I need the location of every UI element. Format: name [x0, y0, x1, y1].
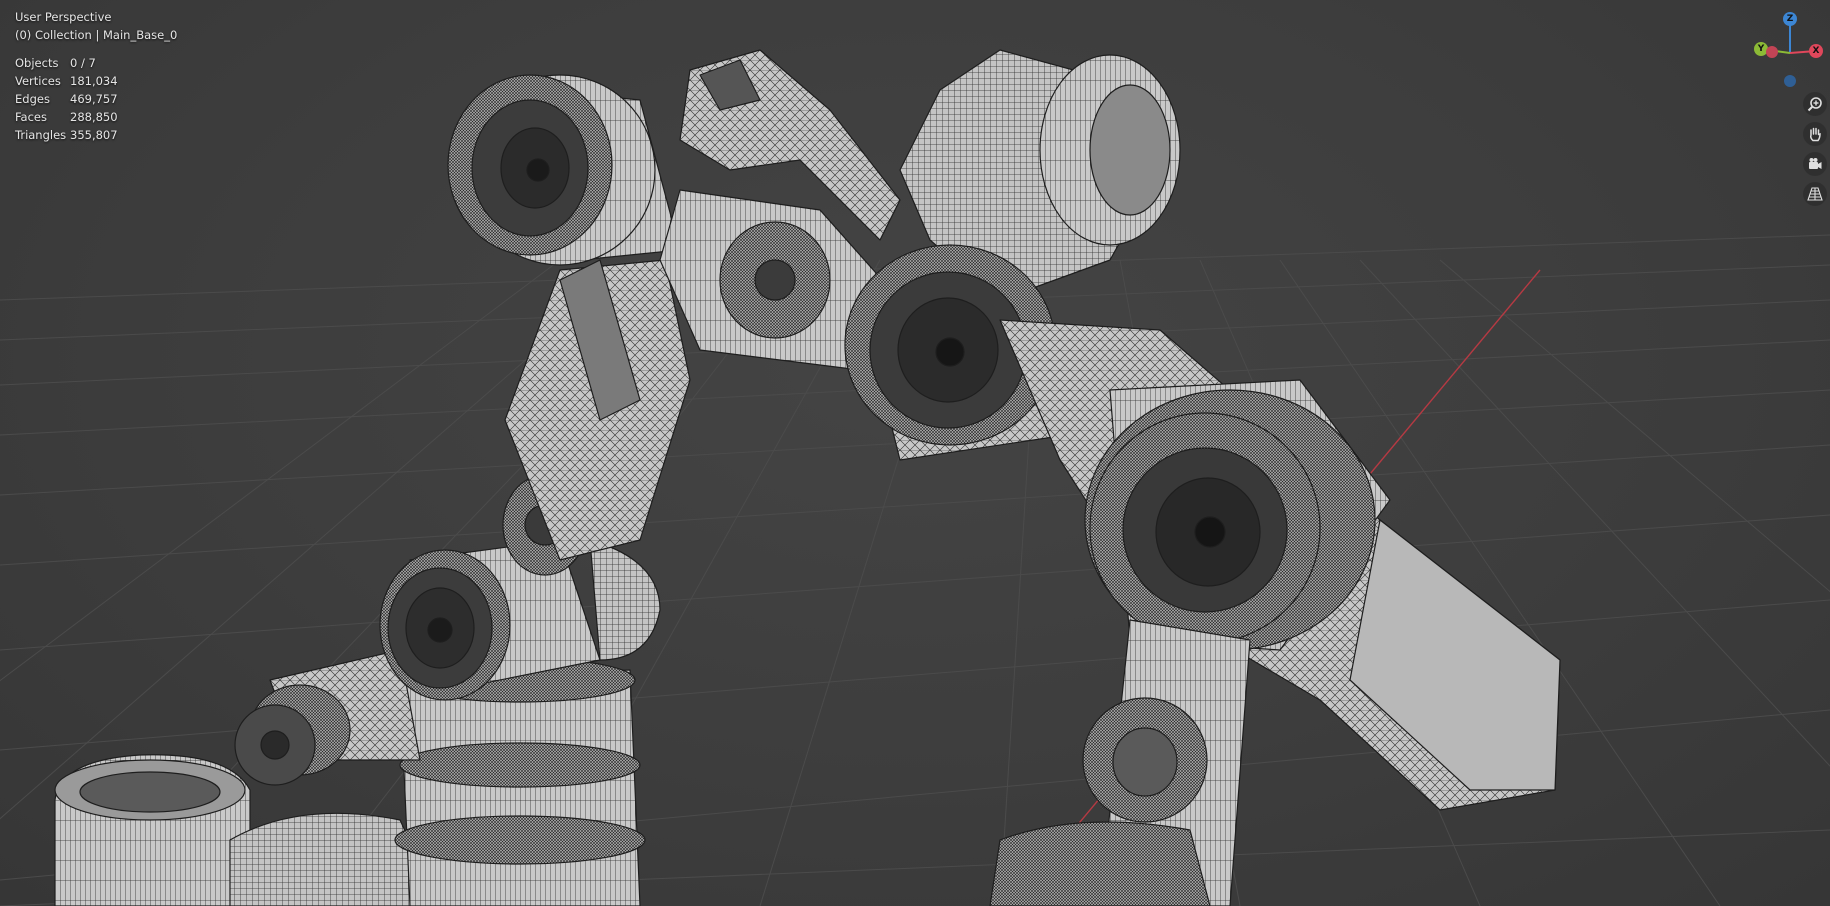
stat-label: Edges: [15, 92, 50, 106]
gizmo-x-axis[interactable]: X: [1809, 44, 1823, 58]
stat-value: 288,850: [70, 110, 118, 124]
zoom-button[interactable]: [1803, 92, 1827, 116]
stat-value: 355,807: [70, 128, 118, 142]
zoom-icon: [1807, 97, 1822, 112]
navigation-gizmo[interactable]: Z Y X: [1750, 8, 1830, 94]
camera-view-button[interactable]: [1803, 152, 1827, 176]
gizmo-z-axis[interactable]: Z: [1783, 12, 1797, 26]
scene-statistics: Objects 0 / 7 Vertices 181,034 Edges 469…: [15, 54, 118, 144]
stat-label: Triangles: [15, 128, 67, 142]
stat-row-faces: Faces 288,850: [15, 108, 118, 126]
view-mode-label: User Perspective: [15, 10, 112, 24]
perspective-toggle-button[interactable]: [1803, 182, 1827, 206]
camera-view-icon: [1809, 158, 1822, 169]
stat-value: 469,757: [70, 92, 118, 106]
stat-row-objects: Objects 0 / 7: [15, 54, 118, 72]
stat-row-vertices: Vertices 181,034: [15, 72, 118, 90]
gizmo-neg-y-axis[interactable]: [1766, 46, 1778, 58]
perspective-grid-icon: [1807, 187, 1823, 201]
stat-label: Objects: [15, 56, 59, 70]
stat-value: 0 / 7: [70, 56, 96, 70]
stat-value: 181,034: [70, 74, 118, 88]
stat-row-triangles: Triangles 355,807: [15, 126, 118, 144]
pan-button[interactable]: [1803, 122, 1827, 146]
3d-viewport[interactable]: User Perspective (0) Collection | Main_B…: [0, 0, 1830, 906]
pan-hand-icon: [1810, 127, 1821, 142]
scene-canvas[interactable]: [0, 0, 1830, 906]
collection-label: (0) Collection | Main_Base_0: [15, 28, 178, 42]
gizmo-neg-z-axis[interactable]: [1784, 75, 1796, 87]
stat-label: Vertices: [15, 74, 61, 88]
stat-row-edges: Edges 469,757: [15, 90, 118, 108]
robot-arm-mesh: [54, 49, 1561, 906]
stat-label: Faces: [15, 110, 47, 124]
